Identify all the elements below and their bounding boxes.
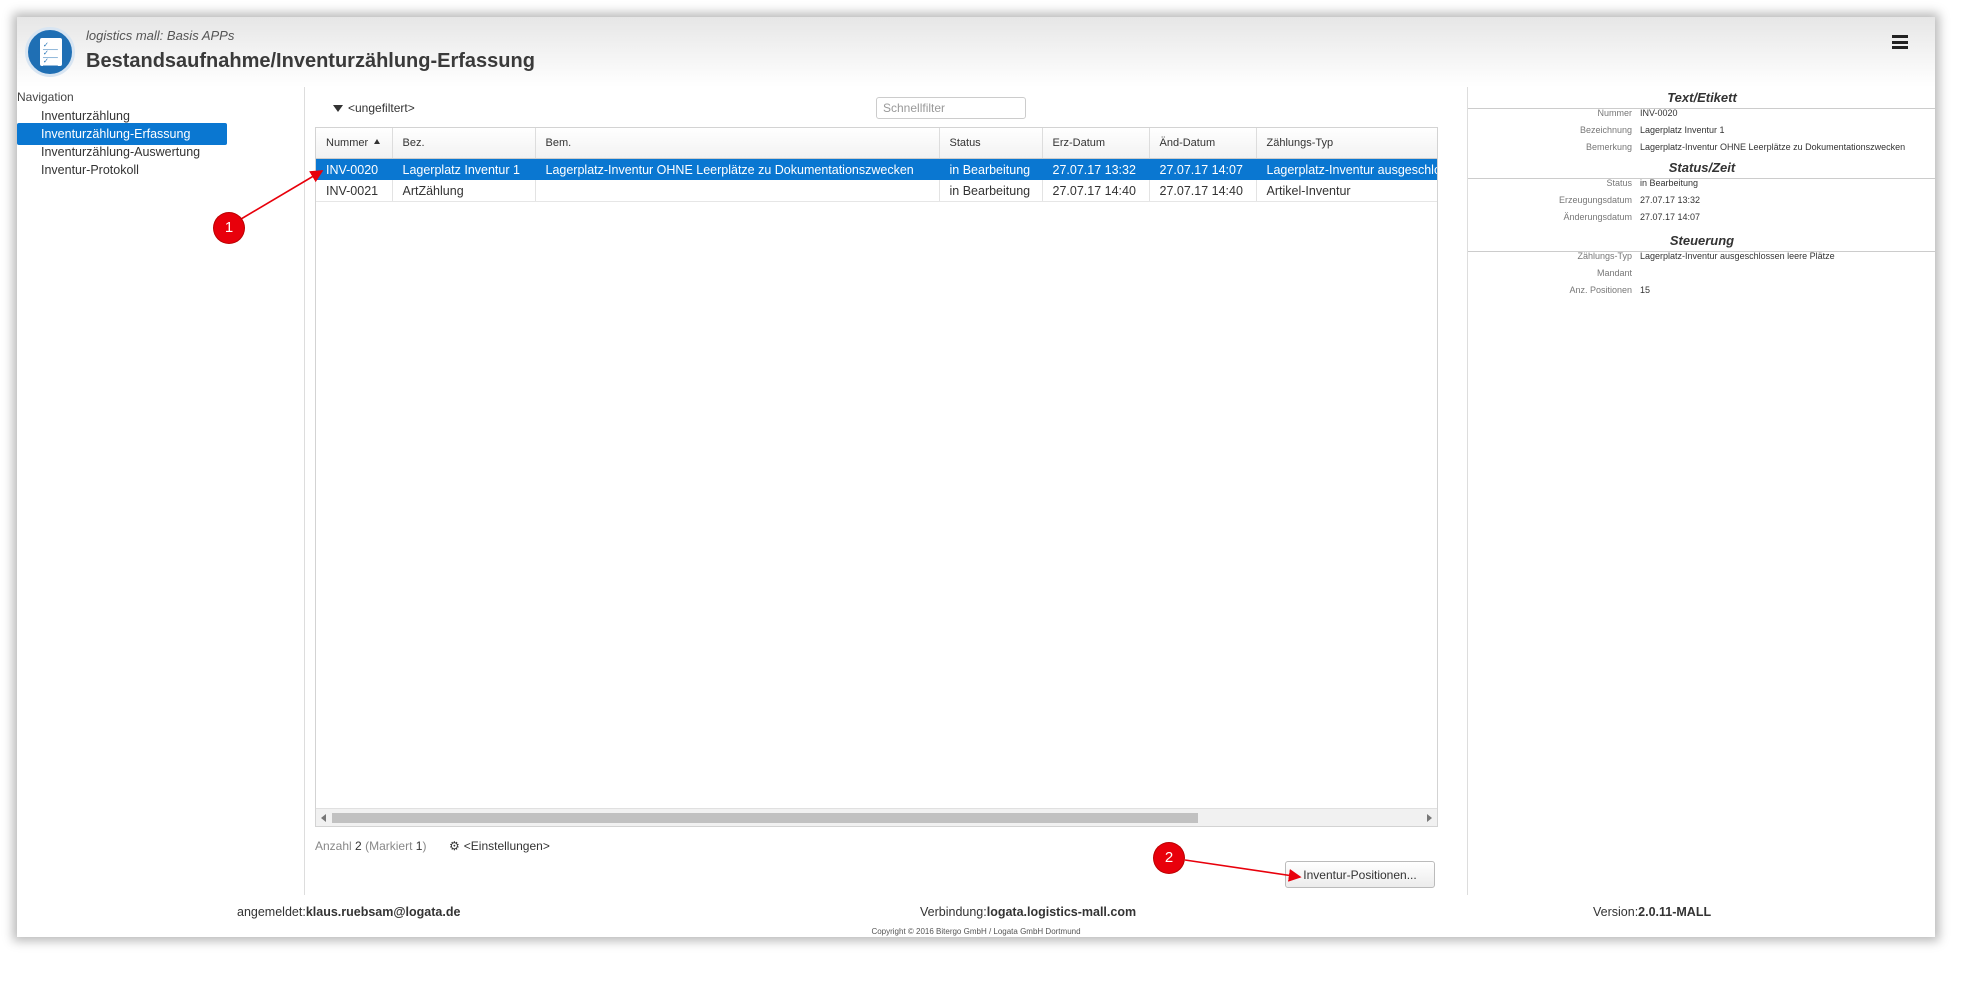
arrow-to-button: [1184, 859, 1302, 882]
annotation-arrows: [235, 170, 1302, 882]
annotation-marker-1: 1: [214, 213, 244, 243]
arrow-to-row: [235, 170, 324, 223]
annotation-marker-2: 2: [1154, 843, 1184, 873]
